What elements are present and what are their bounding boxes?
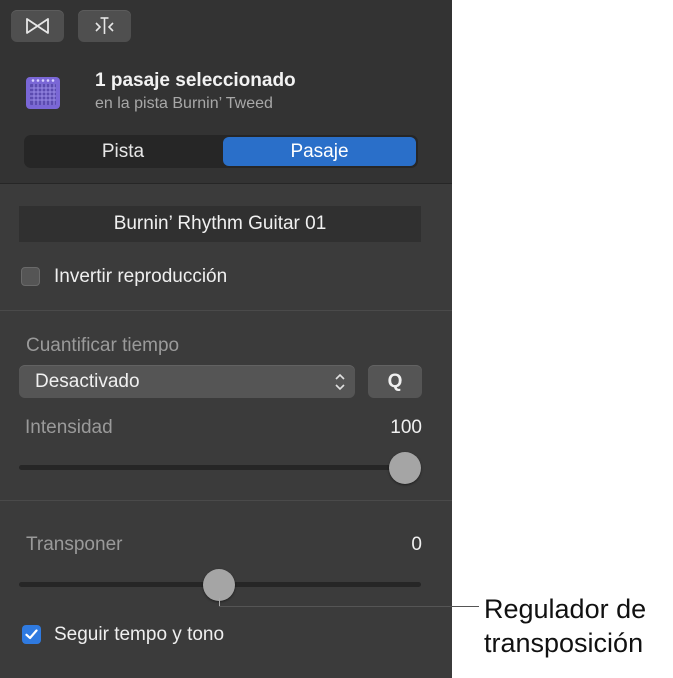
selection-subtitle: en la pista Burnin’ Tweed [95,95,273,112]
inspector-panel: 1 pasaje seleccionado en la pista Burnin… [0,0,452,678]
quantize-label: Cuantificar tiempo [26,335,180,356]
callout-leader-line [219,606,479,607]
strength-slider-track[interactable] [19,465,421,470]
selection-title: 1 pasaje seleccionado [95,70,296,91]
amplifier-icon [25,73,61,111]
quantize-select[interactable]: Desactivado [19,365,355,398]
reverse-playback-checkbox[interactable] [21,267,40,286]
divider [0,310,452,311]
transpose-value: 0 [411,534,422,555]
track-region-segmented-control: Pista Pasaje [24,135,418,168]
callout-line-2: transposición [484,628,644,658]
divider [0,183,452,184]
quantize-selected-value: Desactivado [35,371,140,392]
callout-leader-line [219,598,220,606]
divider [0,500,452,501]
checkmark-icon [22,629,41,648]
region-name-field[interactable]: Burnin’ Rhythm Guitar 01 [19,206,421,242]
toolbar-button-split[interactable] [78,10,131,42]
quantize-q-button[interactable]: Q [368,365,422,398]
transpose-label: Transponer [26,534,123,555]
chevron-updown-icon [333,371,347,398]
follow-tempo-pitch-label: Seguir tempo y tono [54,624,225,645]
follow-tempo-pitch-checkbox[interactable] [22,625,41,644]
reverse-playback-label: Invertir reproducción [54,266,228,287]
tab-pista[interactable]: Pista [24,135,222,168]
strength-label: Intensidad [25,417,113,438]
callout-line-1: Regulador de [484,594,647,624]
transpose-slider-knob[interactable] [203,569,235,601]
strength-slider-knob[interactable] [389,452,421,484]
toolbar-button-bowtie[interactable] [11,10,64,42]
strength-value: 100 [390,417,422,438]
split-marker-icon [78,10,131,42]
bowtie-icon [11,10,64,42]
callout-text: Regulador de transposición [484,592,646,660]
tab-pasaje[interactable]: Pasaje [223,137,416,166]
